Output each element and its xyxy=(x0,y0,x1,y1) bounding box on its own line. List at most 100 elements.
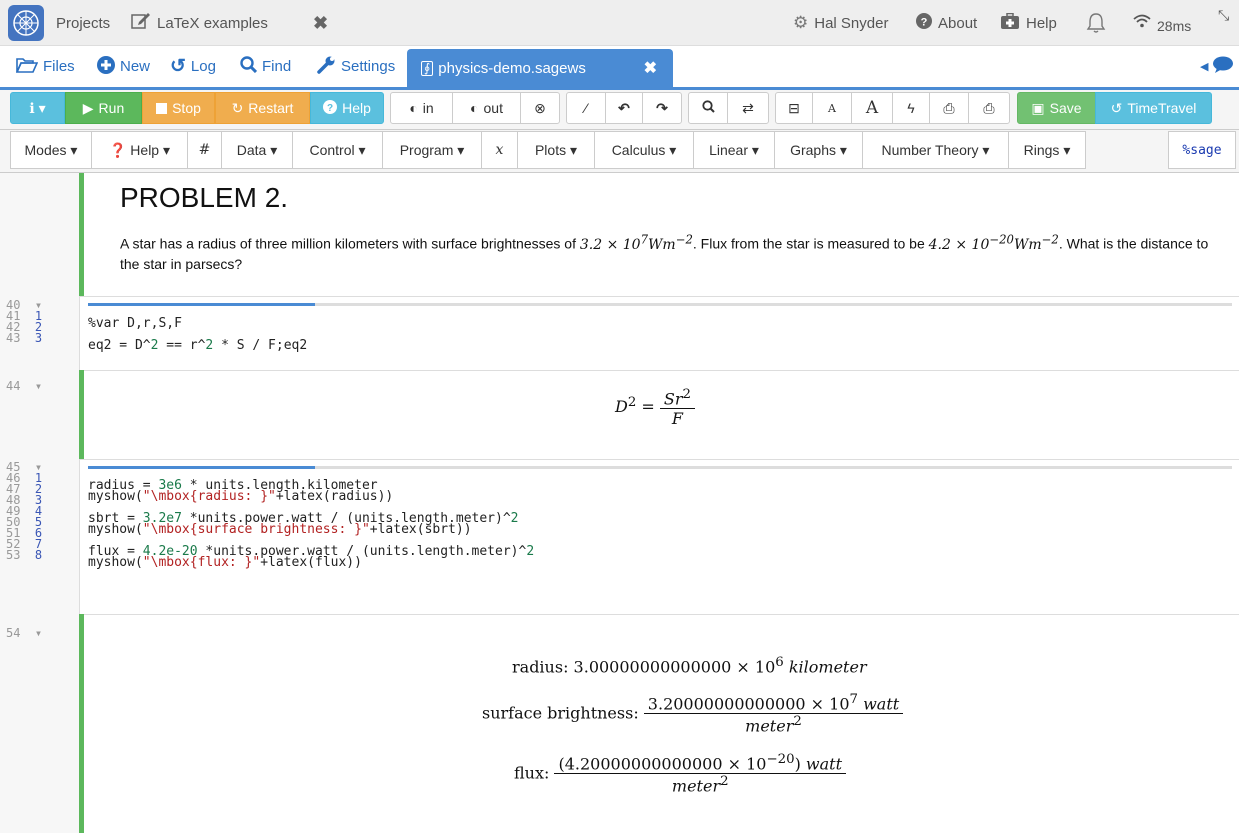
menu-control[interactable]: Control ▾ xyxy=(292,131,383,169)
compress-icon[interactable]: ⤡ xyxy=(1218,0,1229,38)
file-tab-physics-demo[interactable]: ∮ physics-demo.sagews ✖ xyxy=(407,49,673,87)
menu-data[interactable]: Data ▾ xyxy=(221,131,293,169)
timetravel-label: TimeTravel xyxy=(1127,100,1197,116)
menu-number-theory[interactable]: Number Theory ▾ xyxy=(862,131,1009,169)
file-pdf-icon: ⎙ xyxy=(943,99,955,116)
font-large-icon: A xyxy=(865,98,879,118)
stop-button[interactable]: Stop xyxy=(142,92,215,124)
increase-font-button[interactable]: A xyxy=(851,92,893,124)
menu-program[interactable]: Program ▾ xyxy=(382,131,482,169)
restart-button[interactable]: ↻ Restart xyxy=(215,92,310,124)
menu-label: x xyxy=(495,142,504,158)
question-circle-icon: ? xyxy=(916,13,932,33)
radius-output: radius: 3.00000000000000 × 106 kilometer xyxy=(512,655,867,677)
problem-text: A star has a radius of three million kil… xyxy=(120,230,1220,274)
menu-modes[interactable]: Modes ▾ xyxy=(10,131,92,169)
menu-label: Graphs xyxy=(790,142,836,158)
redo-button[interactable]: ↷ xyxy=(642,92,682,124)
search-icon xyxy=(701,100,715,116)
menu-plots[interactable]: Plots ▾ xyxy=(517,131,595,169)
menu-label: Plots xyxy=(534,142,567,158)
split-view-button[interactable]: ⊟ xyxy=(775,92,813,124)
radius-label: radius: xyxy=(512,657,574,677)
about-button[interactable]: ? About xyxy=(916,0,977,46)
replace-button[interactable]: ⇄ xyxy=(727,92,769,124)
files-button[interactable]: Files xyxy=(15,46,75,87)
flux-value: (4.20000000000000 xyxy=(558,754,723,774)
menu-help[interactable]: ❓ Help ▾ xyxy=(91,131,188,169)
cell-separator xyxy=(80,459,1239,460)
font-small-icon: A xyxy=(828,101,836,115)
math-flux: 4.2 × 10−20Wm−2 xyxy=(928,232,1059,253)
new-button[interactable]: New xyxy=(97,46,150,87)
fold-arrow-icon[interactable]: ▾ xyxy=(35,626,42,640)
code-editor-cell2[interactable]: radius = 3e6 * units.length.kilometer my… xyxy=(88,479,534,569)
question-circle-icon: ❓ xyxy=(108,141,127,158)
user-name: Hal Snyder xyxy=(814,14,889,32)
mode-indicator[interactable]: %sage xyxy=(1168,131,1236,169)
info-dropdown-button[interactable]: ℹ ▾ xyxy=(10,92,65,124)
find-button[interactable]: Find xyxy=(240,46,291,87)
menu-label: # xyxy=(198,142,211,158)
projects-label: Projects xyxy=(56,14,111,32)
columns-icon: ⊟ xyxy=(788,99,800,116)
account-button[interactable]: ⚙ Hal Snyder xyxy=(793,0,888,46)
menu-label: Control xyxy=(309,142,355,158)
cocalc-logo[interactable] xyxy=(8,5,44,41)
notifications-bell-icon[interactable] xyxy=(1086,0,1106,46)
save-label: Save xyxy=(1049,100,1082,116)
stop-label: Stop xyxy=(172,100,201,116)
line-number: 54 xyxy=(6,626,21,640)
math-brightness: 3.2 × 107Wm−2 xyxy=(579,232,693,253)
settings-button[interactable]: Settings xyxy=(316,46,395,87)
open-file-name: physics-demo.sagews xyxy=(438,59,586,77)
problem-heading: PROBLEM 2. xyxy=(120,182,289,213)
code-line: myshow("\mbox{radius: }"+latex(radius)) xyxy=(88,489,394,504)
menu-label: Program xyxy=(399,142,454,158)
wrench-icon xyxy=(316,55,336,79)
search-button[interactable] xyxy=(688,92,728,124)
flux-output: flux: (4.20000000000000 × 10−20) watt met… xyxy=(514,752,847,796)
delete-output-button[interactable]: ⊗ xyxy=(520,92,560,124)
code-editor-cell1[interactable]: %var D,r,S,F eq2 = D^2 == r^2 * S / F;eq… xyxy=(88,316,307,352)
toggle-input-button[interactable]: ◐ in xyxy=(390,92,453,124)
undo-icon: ↶ xyxy=(618,99,630,116)
svg-text:?: ? xyxy=(921,17,928,29)
help-toolbar-button[interactable]: ? Help xyxy=(310,92,384,124)
magic-wand-button[interactable]: ⁄ xyxy=(566,92,606,124)
out-label: out xyxy=(483,100,503,116)
menu-linear[interactable]: Linear ▾ xyxy=(693,131,775,169)
undo-button[interactable]: ↶ xyxy=(605,92,643,124)
connection-status[interactable]: 28ms xyxy=(1133,0,1191,46)
menu-variable[interactable]: x xyxy=(481,131,518,169)
log-button[interactable]: ↺ Log xyxy=(170,46,216,87)
print-button[interactable]: ⎙ xyxy=(968,92,1010,124)
toggle-output-button[interactable]: ◐ out xyxy=(452,92,521,124)
tab-projects[interactable]: Projects xyxy=(56,0,110,46)
close-tab-icon[interactable]: ✖ xyxy=(313,0,328,46)
run-button[interactable]: ▶ Run xyxy=(65,92,142,124)
menu-comment[interactable]: # xyxy=(187,131,222,169)
fold-arrow-icon[interactable]: ▾ xyxy=(35,379,42,393)
tab-latex-examples[interactable]: LaTeX examples xyxy=(131,0,268,46)
bolt-button[interactable]: ϟ xyxy=(892,92,930,124)
close-file-icon[interactable]: ✖ xyxy=(644,58,657,78)
help-label: Help xyxy=(1026,14,1057,32)
pdf-button[interactable]: ⎙ xyxy=(929,92,969,124)
menu-calculus[interactable]: Calculus ▾ xyxy=(594,131,694,169)
menu-rings[interactable]: Rings ▾ xyxy=(1008,131,1086,169)
chat-toggle-button[interactable]: ◀ xyxy=(1200,46,1234,87)
mode-menu-bar: Modes ▾ ❓ Help ▾ # Data ▾ Control ▾ Prog… xyxy=(0,130,1239,173)
play-icon: ▶ xyxy=(82,99,94,116)
sb-value: 3.20000000000000 xyxy=(647,694,806,714)
timetravel-button[interactable]: ↺ TimeTravel xyxy=(1095,92,1212,124)
save-button[interactable]: ▣ Save xyxy=(1017,92,1096,124)
menu-label: Help xyxy=(130,142,160,158)
redo-icon: ↷ xyxy=(656,99,668,116)
toggle-off-icon: ◐ xyxy=(470,100,479,116)
help-button[interactable]: Help xyxy=(1000,0,1057,46)
menu-graphs[interactable]: Graphs ▾ xyxy=(774,131,863,169)
decrease-font-button[interactable]: A xyxy=(812,92,852,124)
code-line: %var D,r,S,F xyxy=(88,316,182,331)
tab-title: LaTeX examples xyxy=(157,14,268,32)
